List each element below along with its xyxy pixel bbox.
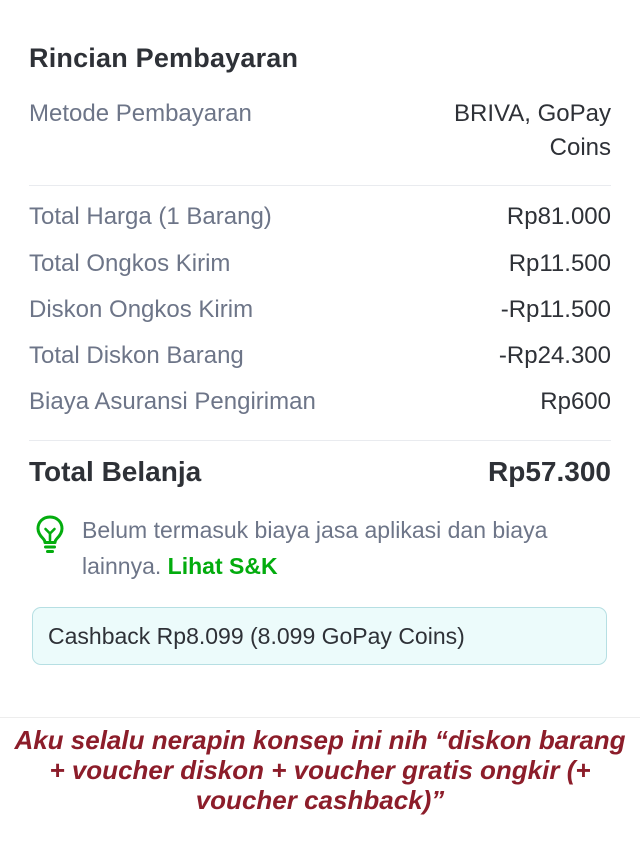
payment-method-value-line1: BRIVA, GoPay (454, 100, 611, 127)
line-item-label: Diskon Ongkos Kirim (29, 296, 254, 323)
line-item-label: Total Diskon Barang (29, 342, 244, 369)
line-item-product-discount: Total Diskon Barang -Rp24.300 (29, 339, 611, 373)
line-item-value: Rp81.000 (506, 203, 611, 230)
line-item-label: Total Harga (1 Barang) (29, 203, 272, 230)
payment-method-label: Metode Pembayaran (29, 100, 252, 127)
divider (29, 185, 611, 186)
line-item-value: Rp11.500 (508, 250, 611, 277)
line-item-value: -Rp11.500 (500, 296, 611, 323)
line-item-label: Biaya Asuransi Pengiriman (29, 388, 316, 415)
cashback-text: Cashback Rp8.099 (8.099 GoPay Coins) (48, 622, 465, 649)
total-row: Total Belanja Rp57.300 (29, 456, 611, 488)
total-value: Rp57.300 (488, 456, 611, 487)
line-item-value: Rp600 (540, 388, 611, 415)
total-label: Total Belanja (29, 456, 202, 487)
terms-link[interactable]: Lihat S&K (168, 553, 278, 579)
line-item-shipping-discount: Diskon Ongkos Kirim -Rp11.500 (29, 293, 611, 327)
line-item-shipping-cost: Total Ongkos Kirim Rp11.500 (29, 247, 611, 281)
section-title: Rincian Pembayaran (29, 43, 299, 73)
caption-text: Aku selalu nerapin konsep ini nih “disko… (14, 725, 626, 815)
line-item-shipping-insurance: Biaya Asuransi Pengiriman Rp600 (29, 385, 611, 419)
line-item-value: -Rp24.300 (498, 342, 611, 369)
info-text-body: Belum termasuk biaya jasa aplikasi dan b… (82, 517, 548, 579)
payment-method-value: BRIVA, GoPay Coins (454, 97, 611, 165)
divider (0, 717, 640, 718)
divider (29, 440, 611, 441)
line-item-total-price: Total Harga (1 Barang) Rp81.000 (29, 200, 611, 234)
payment-method-row: Metode Pembayaran BRIVA, GoPay Coins (29, 97, 611, 165)
payment-method-value-line2: Coins (549, 134, 611, 161)
info-note: Belum termasuk biaya jasa aplikasi dan b… (34, 512, 611, 584)
info-text: Belum termasuk biaya jasa aplikasi dan b… (82, 512, 611, 584)
line-item-label: Total Ongkos Kirim (29, 250, 231, 277)
lightbulb-icon (34, 514, 66, 554)
cashback-box: Cashback Rp8.099 (8.099 GoPay Coins) (32, 607, 607, 665)
payment-details-screen: Rincian Pembayaran Metode Pembayaran BRI… (0, 0, 640, 853)
